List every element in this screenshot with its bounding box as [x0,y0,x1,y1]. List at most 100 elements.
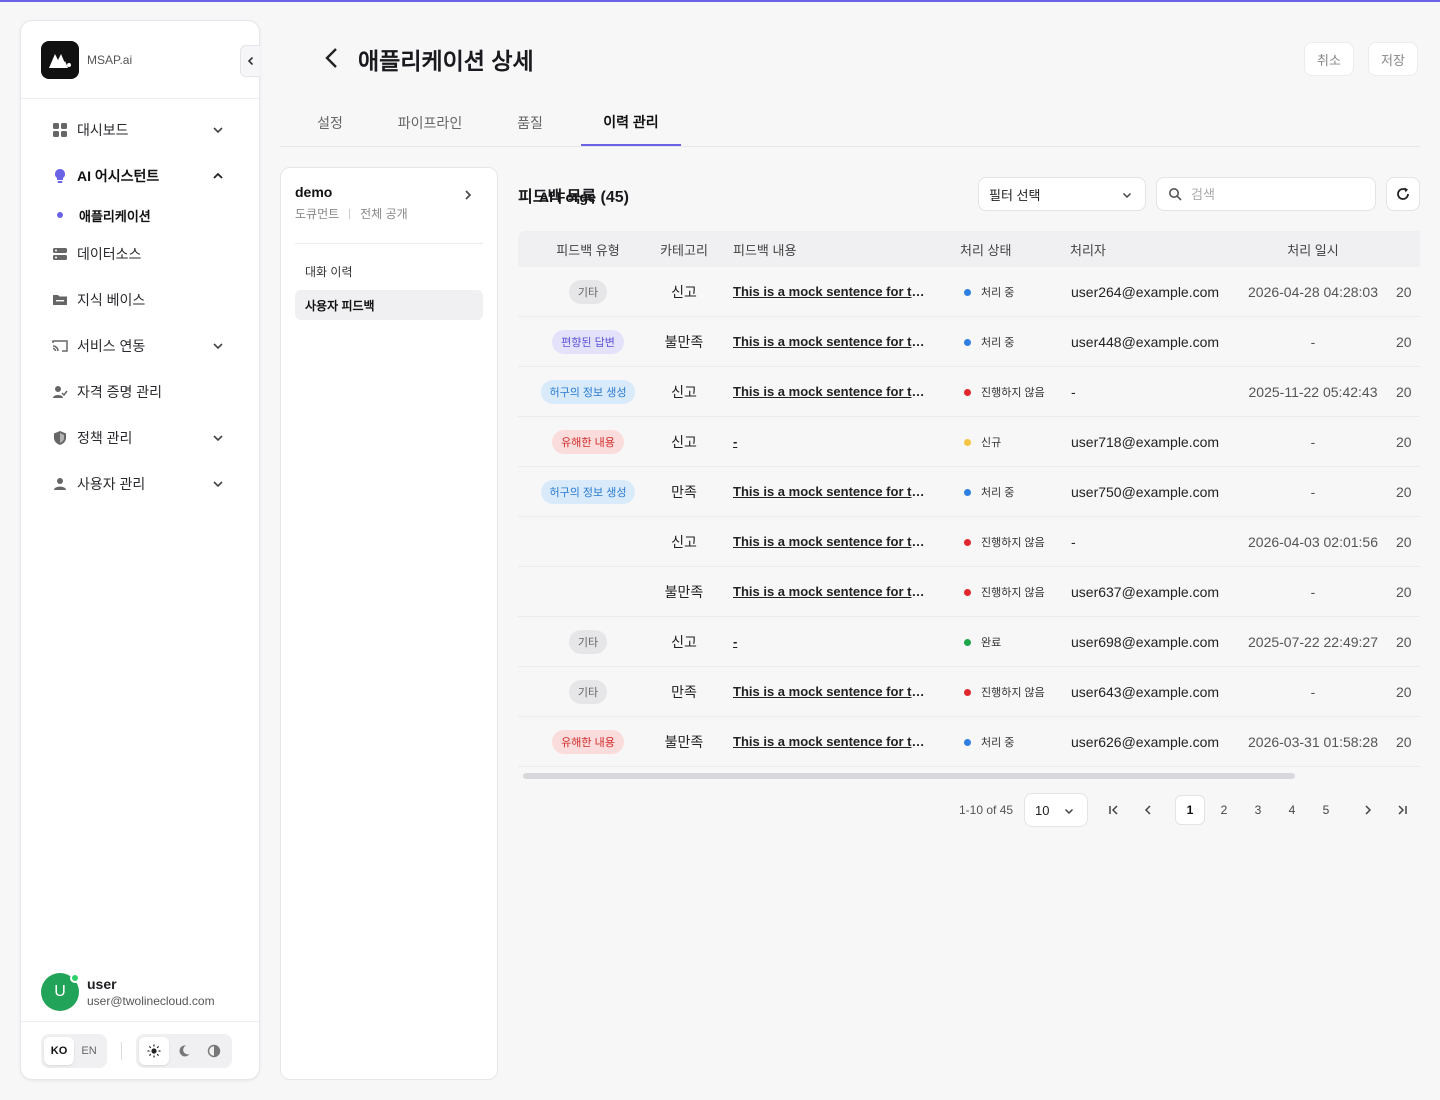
chevron-right-icon[interactable] [461,188,475,202]
extra-date-cell: 20 [1396,384,1412,400]
status-text: 완료 [981,637,1002,649]
page-size-value: 10 [1035,802,1050,818]
status-text: 처리 중 [981,287,1015,299]
cast-icon [51,337,69,355]
feedback-type-cell: 유해한 내용 [518,717,658,767]
feedback-type-badge: 허구의 정보 생성 [540,480,636,504]
sidebar-item-policy[interactable]: 정책 관리 [21,415,259,461]
tab-pipeline[interactable]: 파이프라인 [392,100,468,146]
active-dot [57,212,63,218]
category-cell: 신고 [671,534,697,550]
table-row[interactable]: 신고 This is a mock sentence for testing 진행하… [518,517,1420,567]
cancel-button[interactable]: 취소 [1304,42,1354,76]
feedback-content-link[interactable]: This is a mock sentence for testing [733,717,929,767]
feedback-list-section: 피드백 목록 (45) 필터 선택 피드백 유형 카테고리 피드백 내용 처리 … [518,167,1420,867]
table-row[interactable]: 불만족 This is a mock sentence for testing 진행… [518,567,1420,617]
page-button-3[interactable]: 3 [1243,795,1273,825]
feedback-content-link[interactable]: This is a mock sentence for testing [733,667,929,717]
category-cell: 만족 [671,684,697,700]
lang-en-button[interactable]: EN [74,1037,104,1065]
table-row[interactable]: 기타 신고 This is a mock sentence for testing 처… [518,267,1420,317]
search-input[interactable] [1191,186,1361,202]
table-row[interactable]: 유해한 내용 신고 - 신규 user718@example.com - 20 [518,417,1420,467]
user-name: user [87,976,117,992]
first-page-button[interactable] [1099,795,1129,825]
first-page-icon [1109,805,1118,815]
sidebar-item-service-integration[interactable]: 서비스 연동 [21,323,259,369]
table-row[interactable]: 허구의 정보 생성 신고 This is a mock sentence for t… [518,367,1420,417]
feedback-content-link[interactable]: This is a mock sentence for testing [733,517,929,567]
feedback-type-cell: 허구의 정보 생성 [518,467,658,517]
filter-select[interactable]: 필터 선택 [978,177,1146,211]
horizontal-scrollbar[interactable] [523,773,1295,779]
page-button-4[interactable]: 4 [1277,795,1307,825]
feedback-content-link[interactable]: This is a mock sentence for testing [733,467,929,517]
processed-date-cell: 2025-11-22 05:42:43 [1248,384,1378,400]
feedback-content-link[interactable]: This is a mock sentence for testing [733,567,929,617]
processed-date-cell: - [1310,334,1316,350]
feedback-content-link[interactable]: - [733,617,929,667]
tab-quality[interactable]: 품질 [506,100,554,146]
search-icon [1169,188,1182,201]
content-cell: - [733,617,933,667]
feedback-type-cell: 기타 [518,667,658,717]
menu-chat-history[interactable]: 대화 이력 [295,256,483,286]
table-row[interactable]: 유해한 내용 불만족 This is a mock sentence for tes… [518,717,1420,767]
feedback-content-link[interactable]: - [733,417,929,467]
lang-ko-button[interactable]: KO [44,1036,74,1065]
list-title: 피드백 목록 (45) [518,189,629,206]
page-button-5[interactable]: 5 [1311,795,1341,825]
sidebar: MSAP.ai AI Forge 대시보드 AI 어시스턴트 애플리케이션 데이… [20,20,596,1080]
status-cell: 완료 [964,617,1001,667]
shield-icon [51,429,69,447]
last-page-icon [1398,805,1407,815]
sidebar-item-datasource[interactable]: 데이터소스 [21,231,259,277]
tab-history[interactable]: 이력 관리 [581,100,681,146]
last-page-button[interactable] [1387,795,1417,825]
status-text: 진행하지 않음 [981,687,1045,699]
moon-icon[interactable] [169,1037,199,1065]
refresh-icon [1397,187,1409,200]
sidebar-item-user-management[interactable]: 사용자 관리 [21,461,259,507]
table-row[interactable]: 기타 신고 - 완료 user698@example.com 2025-07-22 22:… [518,617,1420,667]
table-row[interactable]: 기타 만족 This is a mock sentence for testing 진… [518,667,1420,717]
next-page-button[interactable] [1353,795,1383,825]
save-button[interactable]: 저장 [1368,42,1418,76]
menu-user-feedback[interactable]: 사용자 피드백 [295,290,483,320]
status-dot [964,538,971,546]
page-button-2[interactable]: 2 [1209,795,1239,825]
table-row[interactable]: 편향된 답변 불만족 This is a mock sentence for tes… [518,317,1420,367]
sidebar-subitem-application[interactable]: 애플리케이션 [21,199,259,231]
feedback-content-link[interactable]: This is a mock sentence for testing [733,317,929,367]
status-dot [964,588,971,596]
sidebar-nav: 대시보드 AI 어시스턴트 애플리케이션 데이터소스 지식 베이스 서비스 연동 [21,99,259,507]
handler-cell: user264@example.com [1071,284,1220,300]
sidebar-collapse-button[interactable] [240,45,260,77]
refresh-button[interactable] [1386,177,1420,211]
user-profile[interactable]: U user user@twolinecloud.com [21,961,259,1023]
status-text: 진행하지 않음 [981,587,1045,599]
sun-icon[interactable] [139,1036,169,1065]
handler-cell: user718@example.com [1071,434,1220,450]
prev-page-button[interactable] [1133,795,1163,825]
sidebar-item-credentials[interactable]: 자격 증명 관리 [21,369,259,415]
feedback-type-badge: 편향된 답변 [552,330,624,354]
page-size-select[interactable]: 10 [1024,793,1088,827]
tab-settings[interactable]: 설정 [306,100,354,146]
page-title: 애플리케이션 상세 [358,48,534,74]
app-summary[interactable]: demo 도큐먼트 전체 공개 [295,168,483,244]
sidebar-item-ai-assistant[interactable]: AI 어시스턴트 [21,153,259,199]
person-icon [51,475,69,493]
status-cell: 진행하지 않음 [964,567,1045,617]
sidebar-item-knowledge-base[interactable]: 지식 베이스 [21,277,259,323]
feedback-content-link[interactable]: This is a mock sentence for testing [733,267,929,317]
table-row[interactable]: 허구의 정보 생성 만족 This is a mock sentence for t… [518,467,1420,517]
feedback-content-link[interactable]: This is a mock sentence for testing [733,367,929,417]
page-button-1[interactable]: 1 [1175,795,1205,825]
sidebar-item-label: 데이터소스 [77,246,142,262]
contrast-icon[interactable] [199,1037,229,1065]
status-text: 진행하지 않음 [981,387,1045,399]
chevron-down-icon [213,481,223,488]
sidebar-item-dashboard[interactable]: 대시보드 [21,107,259,153]
back-button[interactable] [320,44,344,72]
